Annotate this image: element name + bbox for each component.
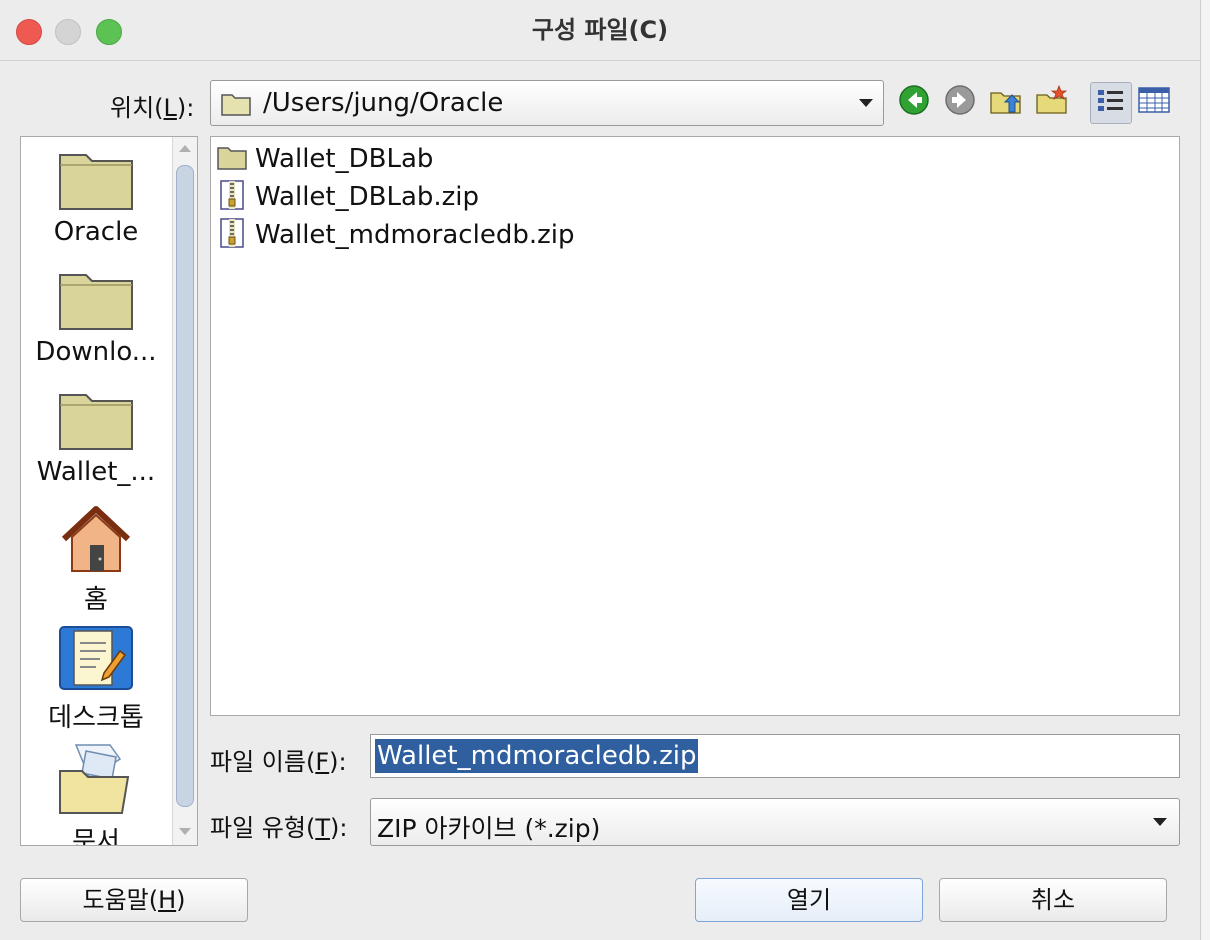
back-button[interactable] (896, 84, 932, 120)
scrollbar-thumb[interactable] (176, 165, 194, 807)
zip-file-icon (217, 180, 247, 214)
sidebar-item-documents[interactable]: 문서 (21, 741, 171, 846)
scroll-down-arrow-icon[interactable] (179, 828, 191, 835)
file-name: Wallet_DBLab (255, 144, 434, 174)
new-folder-icon (1035, 84, 1069, 120)
sidebar-item-wallet[interactable]: Wallet_... (21, 387, 171, 487)
file-list: Wallet_DBLab Wallet_DBLab.zip Wallet_mdm… (210, 136, 1180, 716)
new-folder-button[interactable] (1034, 84, 1070, 120)
desktop-icon (56, 626, 136, 697)
cancel-button[interactable]: 취소 (939, 878, 1167, 922)
sidebar-item-label: Oracle (53, 217, 139, 247)
background-window-edge (1200, 0, 1210, 940)
back-icon (898, 84, 930, 120)
forward-button[interactable] (942, 84, 978, 120)
file-name: Wallet_mdmoracledb.zip (255, 220, 575, 250)
file-name: Wallet_DBLab.zip (255, 182, 480, 212)
sidebar-item-downloads[interactable]: Downlo... (21, 267, 171, 367)
scroll-up-arrow-icon[interactable] (179, 145, 191, 152)
filetype-label: 파일 유형(T): (210, 814, 348, 842)
list-item[interactable]: Wallet_DBLab.zip (217, 179, 479, 215)
filename-label: 파일 이름(F): (210, 748, 347, 776)
details-view-button[interactable] (1136, 84, 1172, 120)
window-title: 구성 파일(C) (531, 16, 669, 44)
chevron-down-icon[interactable] (1153, 818, 1167, 826)
folder-icon (217, 144, 247, 174)
folder-icon (56, 274, 136, 337)
zip-file-icon (217, 218, 247, 252)
sidebar-item-home[interactable]: 홈 (21, 505, 171, 616)
filetype-select[interactable]: ZIP 아카이브 (*.zip) (370, 798, 1180, 846)
places-sidebar: Oracle Downlo... Wallet_... 홈 데스크톱 문서 (20, 136, 198, 846)
sidebar-item-label: Wallet_... (36, 457, 156, 487)
list-view-icon (1097, 88, 1125, 118)
up-folder-icon (989, 84, 1023, 120)
list-view-button[interactable] (1090, 82, 1132, 124)
home-icon (56, 506, 136, 579)
forward-icon (944, 84, 976, 120)
list-item[interactable]: Wallet_mdmoracledb.zip (217, 217, 574, 253)
documents-icon (56, 744, 136, 821)
location-path: /Users/jung/Oracle (263, 88, 504, 118)
list-item[interactable]: Wallet_DBLab (217, 141, 433, 177)
folder-icon (56, 394, 136, 457)
sidebar-item-oracle[interactable]: Oracle (21, 147, 171, 247)
sidebar-item-label: 홈 (84, 585, 108, 615)
sidebar-item-label: 문서 (72, 827, 120, 846)
location-combo[interactable]: /Users/jung/Oracle (210, 80, 884, 126)
sidebar-scrollbar[interactable] (172, 137, 197, 845)
filename-value: Wallet_mdmoracledb.zip (375, 739, 699, 773)
sidebar-item-label: 데스크톱 (48, 703, 144, 733)
details-view-icon (1138, 87, 1170, 117)
filename-input[interactable]: Wallet_mdmoracledb.zip (370, 734, 1180, 778)
help-button[interactable]: 도움말(H) (20, 878, 248, 922)
open-button[interactable]: 열기 (695, 878, 923, 922)
up-folder-button[interactable] (988, 84, 1024, 120)
sidebar-item-label: Downlo... (35, 337, 157, 367)
sidebar-item-desktop[interactable]: 데스크톱 (21, 623, 171, 734)
folder-icon (56, 154, 136, 217)
chevron-down-icon[interactable] (859, 99, 873, 107)
location-label: 위치(L): (110, 94, 195, 122)
title-bar: 구성 파일(C) (0, 0, 1200, 61)
folder-icon (221, 90, 251, 120)
filetype-value: ZIP 아카이브 (*.zip) (377, 814, 601, 843)
